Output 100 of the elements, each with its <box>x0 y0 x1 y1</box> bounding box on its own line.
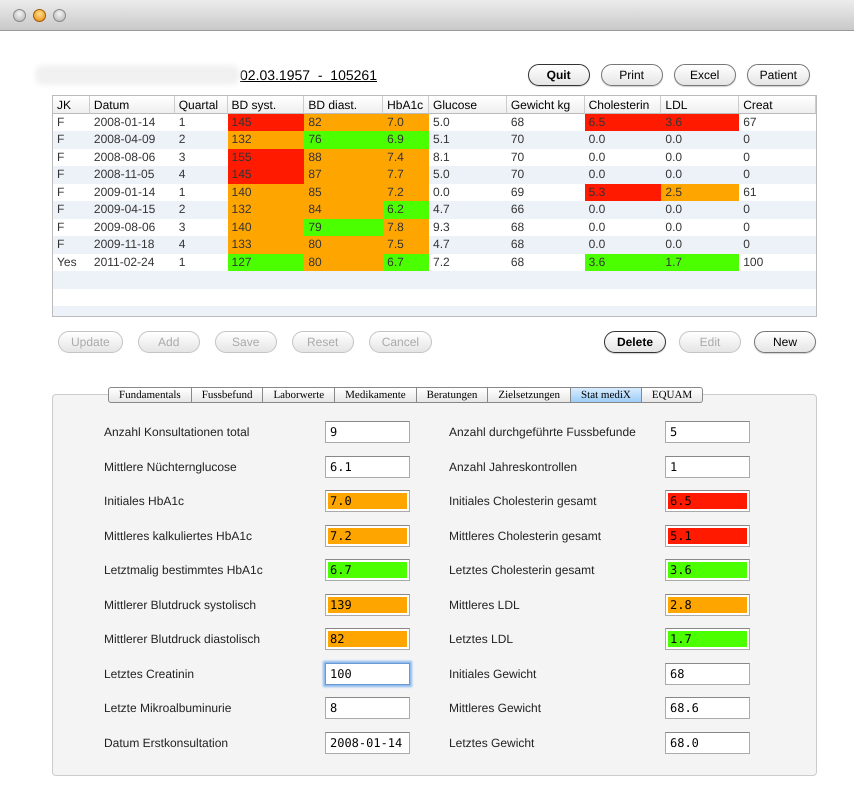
stat-label: Letztes LDL <box>449 632 514 646</box>
tab[interactable]: EQUAM <box>642 387 704 403</box>
table-cell-text: 4.7 <box>432 201 451 218</box>
stat-label: Letzte Mikroalbuminurie <box>104 701 232 716</box>
table-cell: 3.6 <box>584 254 662 271</box>
column-header[interactable]: JK <box>53 96 90 114</box>
zoom-icon[interactable] <box>53 8 66 22</box>
table-cell: 145 <box>228 166 304 184</box>
stat-field[interactable]: 7.0 <box>325 490 410 512</box>
stat-field[interactable]: 5.1 <box>665 524 750 547</box>
action-button[interactable]: Patient <box>746 64 810 86</box>
table-cell-text: 2008-01-14 <box>92 114 156 130</box>
action-button[interactable]: Excel <box>674 64 736 86</box>
stat-label: Datum Erstkonsultation <box>104 736 230 750</box>
column-header[interactable]: Datum <box>90 96 175 114</box>
table-cell-text: 2011-02-24 <box>92 254 156 270</box>
column-header[interactable]: LDL <box>661 96 740 114</box>
tab[interactable]: Zielsetzungen <box>488 387 572 403</box>
table-cell: 1.7 <box>661 254 740 271</box>
tab[interactable]: Fundamentals <box>108 387 192 403</box>
action-button[interactable]: Delete <box>604 331 666 353</box>
table-cell-text: F <box>56 201 66 218</box>
table-cell-text: 2009-04-15 <box>92 201 156 218</box>
stat-field[interactable]: 1.7 <box>665 628 750 650</box>
stat-label: Mittlerer Blutdruck diastolisch <box>104 632 262 646</box>
stat-label: Mittlere Nüchternglucose <box>104 460 238 474</box>
stat-label: Mittlerer Blutdruck systolisch <box>104 598 258 612</box>
table-cell-text: 70 <box>510 131 526 148</box>
stat-field[interactable]: 100 <box>325 662 410 685</box>
tab[interactable]: Medikamente <box>335 387 417 403</box>
stat-field[interactable]: 6.7 <box>325 559 410 582</box>
column-header[interactable]: Gewicht kg <box>506 96 585 114</box>
stat-field[interactable]: 68.6 <box>665 697 750 720</box>
table-cell: 79 <box>304 218 384 236</box>
action-button[interactable]: New <box>754 331 816 353</box>
table-cell-text: 9.3 <box>432 218 451 236</box>
stat-field[interactable]: 5 <box>665 421 750 444</box>
table-cell: 127 <box>228 254 304 271</box>
stat-field[interactable]: 68 <box>665 662 750 685</box>
stat-label: Anzahl durchgeführte Fussbefunde <box>449 425 637 440</box>
table-cell-text: 4 <box>178 236 186 253</box>
stat-field[interactable]: 2.8 <box>665 594 750 616</box>
tab[interactable]: Beratungen <box>416 387 488 403</box>
table-cell: 145 <box>228 114 304 131</box>
table-cell: 7.0 <box>383 114 430 131</box>
table-cell: 3.6 <box>661 114 740 131</box>
action-button[interactable]: Print <box>600 64 663 86</box>
table-cell-text: 0.0 <box>588 166 606 183</box>
table-cell-text: 68 <box>510 114 526 130</box>
stat-field[interactable]: 8 <box>325 697 410 720</box>
stat-field[interactable]: 68.0 <box>665 732 750 754</box>
stat-field[interactable]: 139 <box>325 594 410 616</box>
table-cell-text: 3 <box>178 148 186 166</box>
table-cell-text: 0.0 <box>664 201 684 218</box>
table-cell-text: 5.0 <box>432 166 451 183</box>
table-cell-text: 1 <box>178 254 186 270</box>
stat-label: Letztmalig bestimmtes HbA1c <box>104 563 264 578</box>
tab[interactable]: Fussbefund <box>192 387 264 403</box>
stat-label: Letztes Gewicht <box>449 736 536 750</box>
stat-field[interactable]: 3.6 <box>665 559 750 582</box>
stat-label: Anzahl Konsultationen total <box>104 425 250 440</box>
table-cell-text: 5.0 <box>432 114 451 130</box>
column-header[interactable]: Quartal <box>174 96 228 114</box>
stat-field[interactable]: 6.1 <box>325 456 410 478</box>
stat-field[interactable]: 2008-01-14 <box>325 732 410 754</box>
table-cell-text: 68 <box>510 236 526 253</box>
stat-field[interactable]: 7.2 <box>325 524 410 547</box>
table-cell: 7.8 <box>383 218 430 236</box>
table-cell: 140 <box>228 218 304 236</box>
table-cell-text: 0 <box>742 131 751 148</box>
table-cell-text: 0 <box>742 236 751 253</box>
table-cell: 6.9 <box>383 131 430 148</box>
stat-field[interactable]: 6.5 <box>665 490 750 512</box>
column-header[interactable]: HbA1c <box>383 96 430 114</box>
column-header[interactable]: BD diast. <box>304 96 384 114</box>
stat-field[interactable]: 82 <box>325 628 410 650</box>
table-cell-text: 2008-08-06 <box>92 148 156 166</box>
table-cell-text: 0.0 <box>664 236 684 253</box>
column-header[interactable]: Glucose <box>429 96 507 114</box>
stat-field[interactable]: 9 <box>325 421 410 444</box>
table-cell-text: F <box>56 218 66 236</box>
close-icon[interactable] <box>13 8 26 22</box>
table-cell-text: 1 <box>178 184 186 200</box>
column-header[interactable]: BD syst. <box>228 96 304 114</box>
table-cell-text: 2009-08-06 <box>92 218 156 236</box>
tab[interactable]: Laborwerte <box>263 387 336 403</box>
table-cell-text: 2009-11-18 <box>92 236 156 253</box>
table-cell-text: F <box>56 131 66 148</box>
action-button[interactable]: Quit <box>528 64 590 86</box>
table-cell: 6.2 <box>383 201 430 218</box>
table-cell-text: 2008-11-05 <box>92 166 156 183</box>
stat-field[interactable]: 1 <box>665 456 750 478</box>
table-cell: 87 <box>304 166 384 184</box>
minimize-icon[interactable] <box>33 8 46 22</box>
table-cell-text: 68 <box>510 254 526 270</box>
column-header[interactable]: Cholesterin <box>584 96 662 114</box>
stat-label: Mittleres kalkuliertes HbA1c <box>104 528 254 543</box>
column-header[interactable]: Creat <box>739 96 816 114</box>
table-cell: 80 <box>304 254 384 271</box>
tab[interactable]: Stat mediX <box>571 387 642 403</box>
